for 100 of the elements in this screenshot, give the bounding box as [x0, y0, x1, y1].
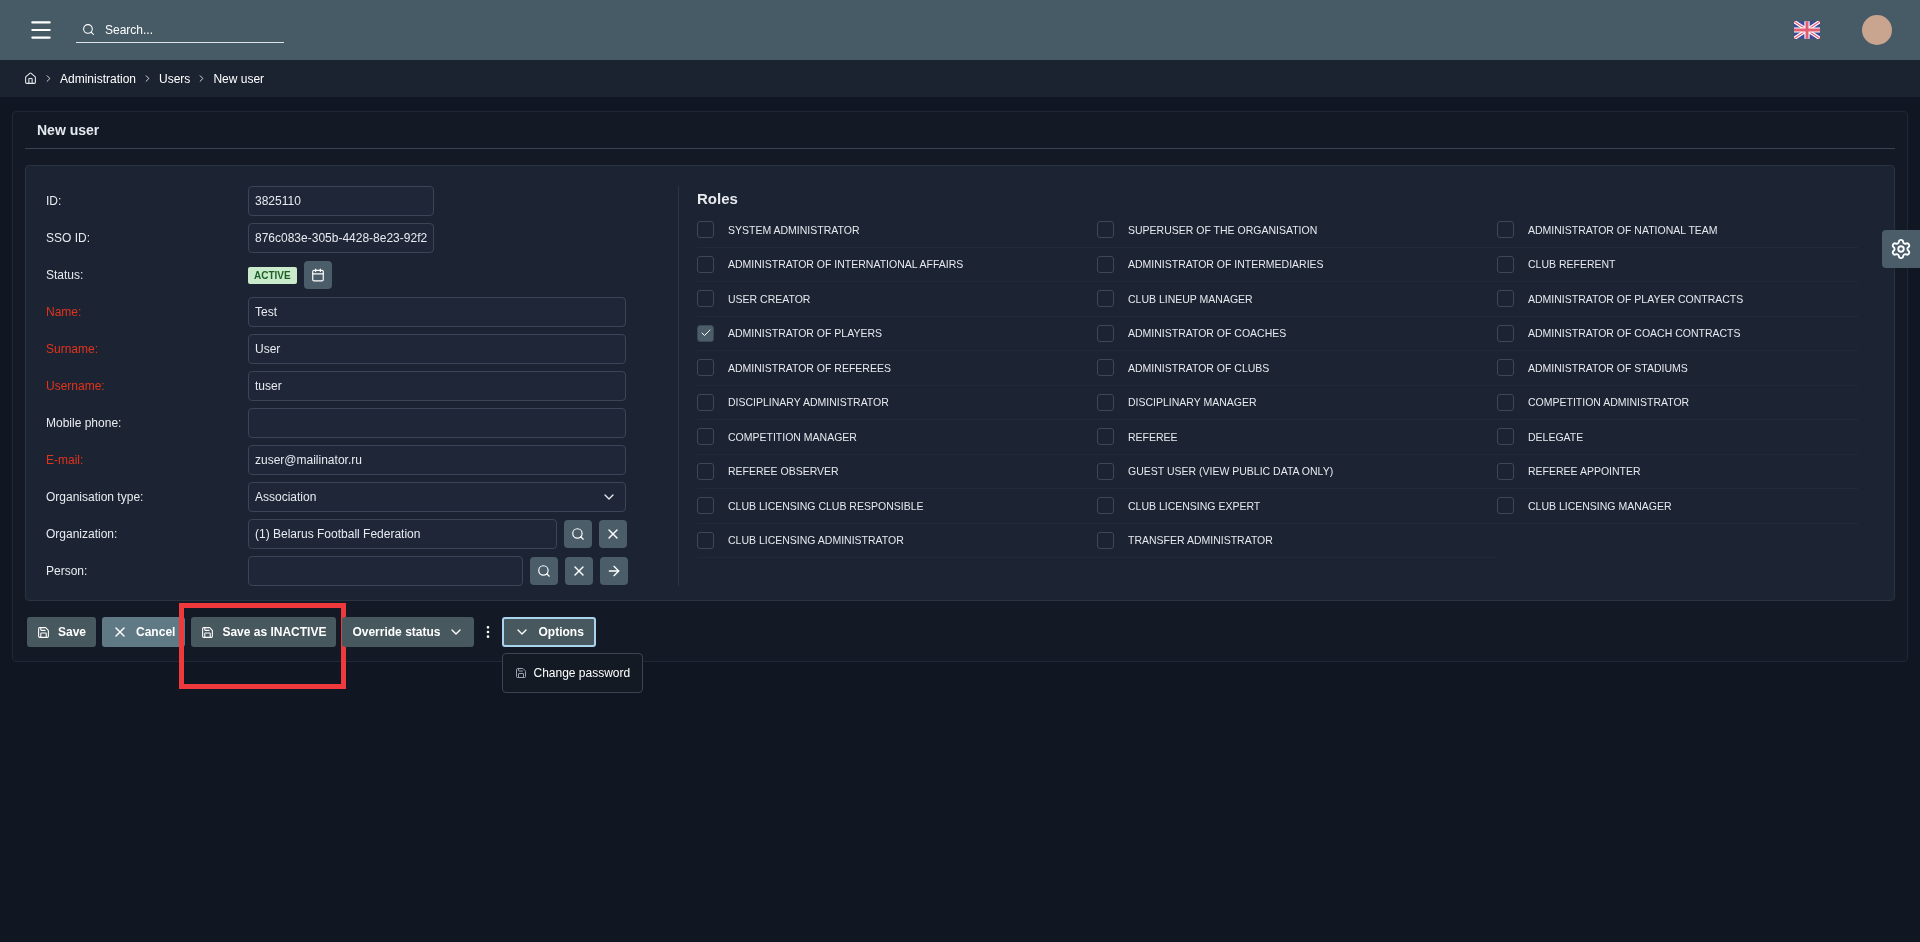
cancel-button[interactable]: Cancel	[102, 617, 186, 647]
checkbox[interactable]	[1097, 428, 1114, 446]
field-label: Username:	[46, 379, 106, 393]
role-label: USER CREATOR	[728, 292, 811, 305]
select-field[interactable]: Association	[248, 482, 626, 512]
checkbox[interactable]	[697, 428, 714, 446]
role-label: ADMINISTRATOR OF CLUBS	[1128, 361, 1270, 374]
breadcrumb-link[interactable]: Users	[159, 71, 191, 86]
home-icon[interactable]	[24, 72, 37, 85]
checkbox[interactable]	[1097, 324, 1114, 342]
role-label: SYSTEM ADMINISTRATOR	[728, 223, 860, 236]
checkbox[interactable]	[697, 255, 714, 273]
text-field[interactable]: 3825110	[248, 186, 434, 216]
checkbox[interactable]	[1497, 290, 1514, 308]
checkbox[interactable]	[1497, 428, 1514, 446]
checkbox[interactable]	[697, 531, 714, 549]
checkbox[interactable]	[1497, 255, 1514, 273]
role-label: ADMINISTRATOR OF COACHES	[1128, 327, 1287, 340]
field-label: Name:	[46, 305, 83, 319]
field-label: SSO ID:	[46, 231, 91, 245]
checkbox[interactable]	[1497, 393, 1514, 411]
clear-button[interactable]	[565, 557, 593, 585]
settings-button[interactable]	[1882, 230, 1920, 268]
role-label: ADMINISTRATOR OF INTERMEDIARIES	[1128, 258, 1324, 271]
field-label: Organisation type:	[46, 490, 145, 504]
field-label: Surname:	[46, 342, 100, 356]
checkbox[interactable]	[1497, 324, 1514, 342]
lookup-field[interactable]: (1) Belarus Football Federation	[248, 519, 557, 549]
role-label: SUPERUSER OF THE ORGANISATION	[1128, 223, 1318, 236]
checkbox[interactable]	[697, 221, 714, 239]
clear-button[interactable]	[599, 520, 627, 548]
checkbox[interactable]	[697, 324, 714, 342]
search-icon	[571, 527, 585, 541]
checkbox[interactable]	[697, 462, 714, 480]
checkbox[interactable]	[697, 393, 714, 411]
calendar-icon	[310, 268, 325, 282]
role-label: CLUB LICENSING ADMINISTRATOR	[728, 534, 904, 547]
checkbox[interactable]	[1497, 462, 1514, 480]
flag-icon[interactable]	[1794, 21, 1820, 39]
checkbox[interactable]	[1097, 255, 1114, 273]
role-label: ADMINISTRATOR OF COACH CONTRACTS	[1528, 327, 1741, 340]
field-label: Person:	[46, 564, 89, 578]
checkbox[interactable]	[1097, 359, 1114, 377]
role-label: ADMINISTRATOR OF PLAYERS	[728, 327, 883, 340]
save-button[interactable]: Save	[27, 617, 97, 647]
settings-icon	[1890, 238, 1912, 260]
checkbox[interactable]	[697, 290, 714, 308]
checkbox[interactable]	[1097, 290, 1114, 308]
avatar[interactable]	[1862, 15, 1892, 45]
checkbox[interactable]	[1097, 221, 1114, 239]
search-field[interactable]: Search...	[103, 21, 257, 38]
checkbox[interactable]	[1497, 221, 1514, 239]
status-badge: ACTIVE	[248, 266, 297, 284]
role-label: CLUB LICENSING MANAGER	[1528, 499, 1672, 512]
text-field[interactable]: Test	[248, 297, 626, 327]
calendar-button[interactable]	[303, 261, 332, 289]
text-field[interactable]: 876c083e-305b-4428-8e23-92f2	[248, 223, 434, 253]
breadcrumb-link[interactable]: New user	[213, 71, 265, 86]
search-icon	[82, 23, 95, 36]
role-label: CLUB LINEUP MANAGER	[1128, 292, 1253, 305]
checkbox[interactable]	[697, 497, 714, 515]
checkbox[interactable]	[697, 359, 714, 377]
search-button[interactable]	[564, 520, 592, 548]
role-label: DELEGATE	[1528, 430, 1584, 443]
role-label: CLUB LICENSING CLUB RESPONSIBLE	[728, 499, 924, 512]
text-field[interactable]: zuser@mailinator.ru	[248, 445, 626, 475]
role-label: ADMINISTRATOR OF REFEREES	[728, 361, 891, 374]
role-label: TRANSFER ADMINISTRATOR	[1128, 534, 1273, 547]
breadcrumb-link[interactable]: Administration	[60, 71, 137, 86]
role-label: CLUB REFERENT	[1528, 258, 1616, 271]
field-label: ID:	[46, 194, 63, 208]
lookup-field[interactable]	[248, 556, 523, 586]
page-title: New user	[25, 122, 1895, 149]
field-label: Organization:	[46, 527, 119, 541]
role-label: DISCIPLINARY ADMINISTRATOR	[728, 396, 889, 409]
save-button[interactable]: Save as INACTIVE	[191, 617, 337, 647]
role-label: ADMINISTRATOR OF PLAYER CONTRACTS	[1528, 292, 1744, 305]
options-button[interactable]: Options	[502, 617, 596, 647]
checkbox[interactable]	[1097, 462, 1114, 480]
menu-item[interactable]: Change password	[503, 660, 643, 686]
checkbox[interactable]	[1097, 393, 1114, 411]
checkbox[interactable]	[1097, 497, 1114, 515]
role-label: COMPETITION MANAGER	[728, 430, 857, 443]
field-label: Mobile phone:	[46, 416, 123, 430]
checkbox[interactable]	[1497, 497, 1514, 515]
role-label: GUEST USER (VIEW PUBLIC DATA ONLY)	[1128, 465, 1334, 478]
role-label: ADMINISTRATOR OF STADIUMS	[1528, 361, 1688, 374]
checkbox[interactable]	[1497, 359, 1514, 377]
arrow-button[interactable]	[600, 557, 628, 585]
dropdown-button[interactable]: Override status	[342, 617, 475, 647]
checkbox[interactable]	[1097, 531, 1114, 549]
search-button[interactable]	[530, 557, 558, 585]
text-field[interactable]	[248, 408, 626, 438]
roles-title: Roles	[697, 190, 739, 207]
text-field[interactable]: tuser	[248, 371, 626, 401]
role-label: COMPETITION ADMINISTRATOR	[1528, 396, 1690, 409]
role-label: REFEREE	[1128, 430, 1178, 443]
text-field[interactable]: User	[248, 334, 626, 364]
field-label: E-mail:	[46, 453, 85, 467]
role-label: ADMINISTRATOR OF NATIONAL TEAM	[1528, 223, 1718, 236]
